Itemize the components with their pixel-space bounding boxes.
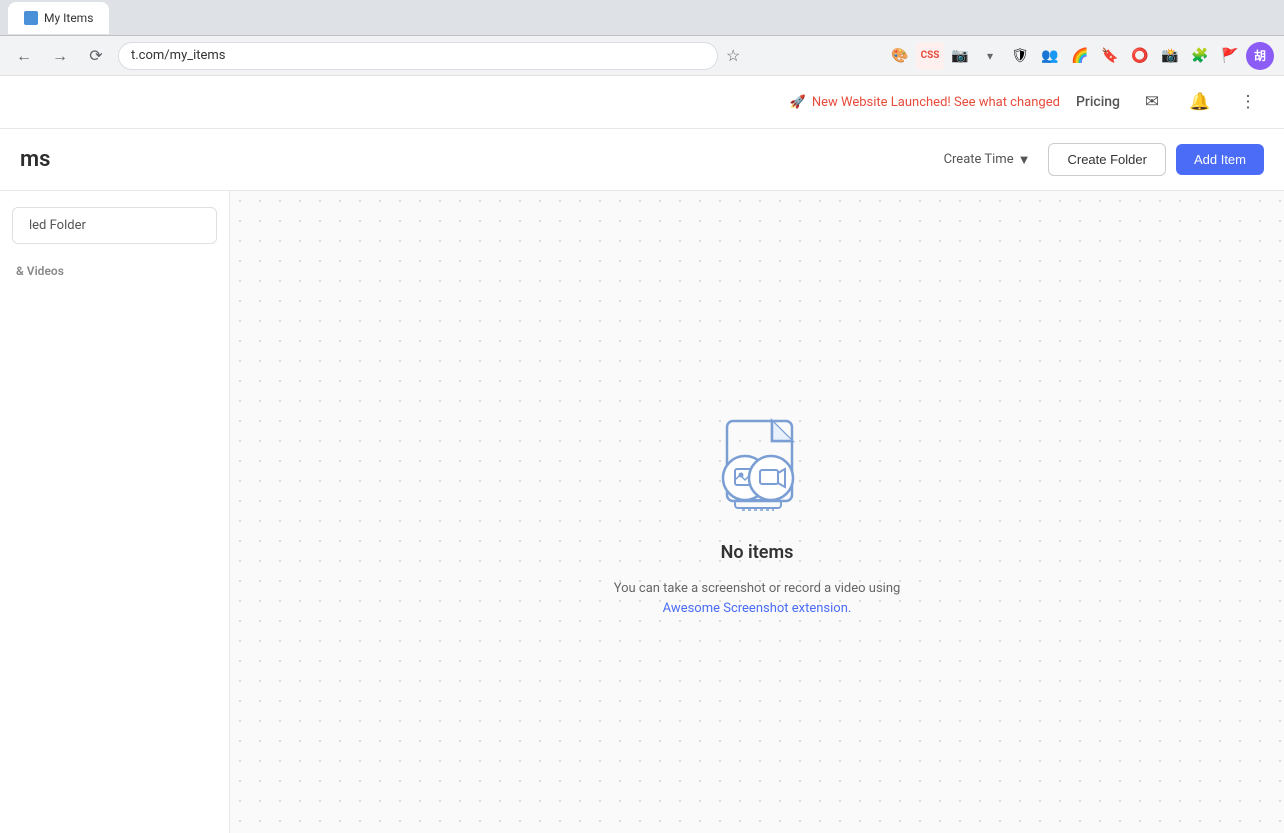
ext-css-icon[interactable]: CSS xyxy=(916,42,944,70)
sort-chevron-icon: ▼ xyxy=(1018,152,1031,168)
ext-flag-icon[interactable]: 🚩 xyxy=(1216,42,1244,70)
sidebar-folder-item[interactable]: led Folder xyxy=(12,207,217,244)
tab-title: My Items xyxy=(44,11,93,25)
ext-camera-icon[interactable]: 📸 xyxy=(1156,42,1184,70)
empty-state: No items You can take a screenshot or re… xyxy=(614,406,901,618)
ext-bookmark-icon[interactable]: 🔖 xyxy=(1096,42,1124,70)
page-title: ms xyxy=(20,147,50,172)
ext-colorful-icon[interactable]: 🎨 xyxy=(886,42,914,70)
create-folder-button[interactable]: Create Folder xyxy=(1048,143,1165,176)
messages-button[interactable]: ✉ xyxy=(1136,86,1168,118)
address-bar[interactable]: t.com/my_items xyxy=(118,42,718,70)
pricing-link[interactable]: Pricing xyxy=(1076,94,1120,110)
bell-icon: 🔔 xyxy=(1189,92,1210,112)
tab-favicon xyxy=(24,11,38,25)
ext-puzzle-icon[interactable]: 🧩 xyxy=(1186,42,1214,70)
sort-label: Create Time xyxy=(944,152,1014,167)
sidebar-section-title: & Videos xyxy=(0,252,229,284)
announcement-bar: 🚀 New Website Launched! See what changed… xyxy=(0,76,1284,129)
empty-state-title: No items xyxy=(721,542,794,563)
forward-button[interactable]: → xyxy=(46,42,74,70)
browser-chrome: My Items xyxy=(0,0,1284,36)
more-icon: ⋮ xyxy=(1240,92,1257,112)
header-actions: Create Time ▼ Create Folder Add Item xyxy=(936,143,1264,176)
empty-state-illustration xyxy=(697,406,817,526)
messages-icon: ✉ xyxy=(1145,92,1159,112)
extensions-area: 🎨 CSS 📷 ▾ 🛡 👥 🌈 🔖 ⭕ 📸 🧩 🚩 胡 xyxy=(886,42,1274,70)
back-button[interactable]: ← xyxy=(10,42,38,70)
awesome-screenshot-link[interactable]: Awesome Screenshot extension. xyxy=(663,601,852,616)
rocket-icon: 🚀 xyxy=(790,95,806,110)
ext-circle-icon[interactable]: ⭕ xyxy=(1126,42,1154,70)
sidebar: led Folder & Videos xyxy=(0,191,230,833)
empty-state-description: You can take a screenshot or record a vi… xyxy=(614,579,901,618)
more-menu-button[interactable]: ⋮ xyxy=(1232,86,1264,118)
reload-button[interactable]: ⟳ xyxy=(82,42,110,70)
url-text: t.com/my_items xyxy=(131,48,226,63)
add-item-button[interactable]: Add Item xyxy=(1176,144,1264,175)
ext-rainbow-icon[interactable]: 🌈 xyxy=(1066,42,1094,70)
ext-people-icon[interactable]: 👥 xyxy=(1036,42,1064,70)
profile-avatar[interactable]: 胡 xyxy=(1246,42,1274,70)
notifications-button[interactable]: 🔔 xyxy=(1184,86,1216,118)
empty-desc-part1: You can take a screenshot or record a vi… xyxy=(614,581,901,596)
announcement-link[interactable]: 🚀 New Website Launched! See what changed xyxy=(790,95,1060,110)
announcement-text-label: New Website Launched! See what changed xyxy=(812,95,1060,110)
ext-photo-icon[interactable]: 📷 xyxy=(946,42,974,70)
bookmark-star-icon[interactable]: ☆ xyxy=(726,46,740,65)
content-header: ms Create Time ▼ Create Folder Add Item xyxy=(0,129,1284,191)
sort-button[interactable]: Create Time ▼ xyxy=(936,148,1039,172)
ext-shield-icon[interactable]: 🛡 xyxy=(1006,42,1034,70)
browser-tab[interactable]: My Items xyxy=(8,2,109,34)
address-bar-row: ← → ⟳ t.com/my_items ☆ 🎨 CSS 📷 ▾ 🛡 👥 🌈 🔖… xyxy=(0,36,1284,76)
content-area: No items You can take a screenshot or re… xyxy=(230,191,1284,833)
ext-dropdown-icon[interactable]: ▾ xyxy=(976,42,1004,70)
main-layout: led Folder & Videos xyxy=(0,191,1284,833)
